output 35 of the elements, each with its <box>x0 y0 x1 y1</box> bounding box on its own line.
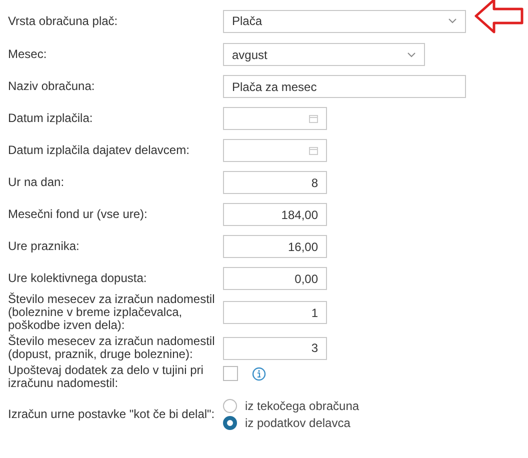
field-label: Mesec: <box>8 48 48 61</box>
dropdown[interactable]: Plača <box>223 10 466 32</box>
info-icon[interactable] <box>252 366 266 380</box>
field-label: Datum izplačila dajatev delavcem: <box>8 144 190 157</box>
input-field[interactable]: Plača za mesec <box>223 75 466 98</box>
number-field[interactable]: 8 <box>223 171 327 194</box>
field-label: Število mesecev za izračun nadomestil (dopust, praznik, druge boleznine): <box>8 335 216 361</box>
radio-button[interactable] <box>223 399 237 413</box>
calendar-icon <box>309 114 318 123</box>
number-field[interactable]: 3 <box>223 336 327 360</box>
chevron-down-icon <box>407 52 416 58</box>
field-label: Mesečni fond ur (vse ure): <box>8 208 148 221</box>
field-label: Datum izplačila: <box>8 112 94 125</box>
field-label: Ure kolektivnega dopusta: <box>8 272 148 285</box>
checkbox[interactable] <box>223 366 238 381</box>
number-field[interactable]: 184,00 <box>223 203 327 226</box>
number-field[interactable]: 16,00 <box>223 235 327 258</box>
field-label: Ure praznika: <box>8 240 80 253</box>
radio-label: iz tekočega obračuna <box>245 399 360 413</box>
number-field[interactable]: 1 <box>223 301 327 324</box>
calendar-icon <box>309 146 318 155</box>
date-field[interactable] <box>223 107 327 130</box>
arrow-icon <box>474 0 524 34</box>
radio-label: iz podatkov delavca <box>245 416 350 430</box>
field-label: Naziv obračuna: <box>8 80 96 93</box>
chevron-down-icon <box>448 18 457 24</box>
field-label: Upoštevaj dodatek za delo v tujini pri izračunu nadomestil: <box>8 364 204 390</box>
field-label: Število mesecev za izračun nadomestil (boleznine v breme izplačevalca, poškodbe izven dela): <box>8 293 216 332</box>
field-label: Izračun urne postavke "kot če bi delal": <box>8 408 216 421</box>
field-label: Vrsta obračuna plač: <box>8 14 119 28</box>
date-field[interactable] <box>223 139 327 162</box>
dropdown[interactable]: avgust <box>223 43 425 66</box>
radio-button[interactable] <box>223 416 237 430</box>
field-label: Ur na dan: <box>8 176 66 189</box>
number-field[interactable]: 0,00 <box>223 267 327 290</box>
